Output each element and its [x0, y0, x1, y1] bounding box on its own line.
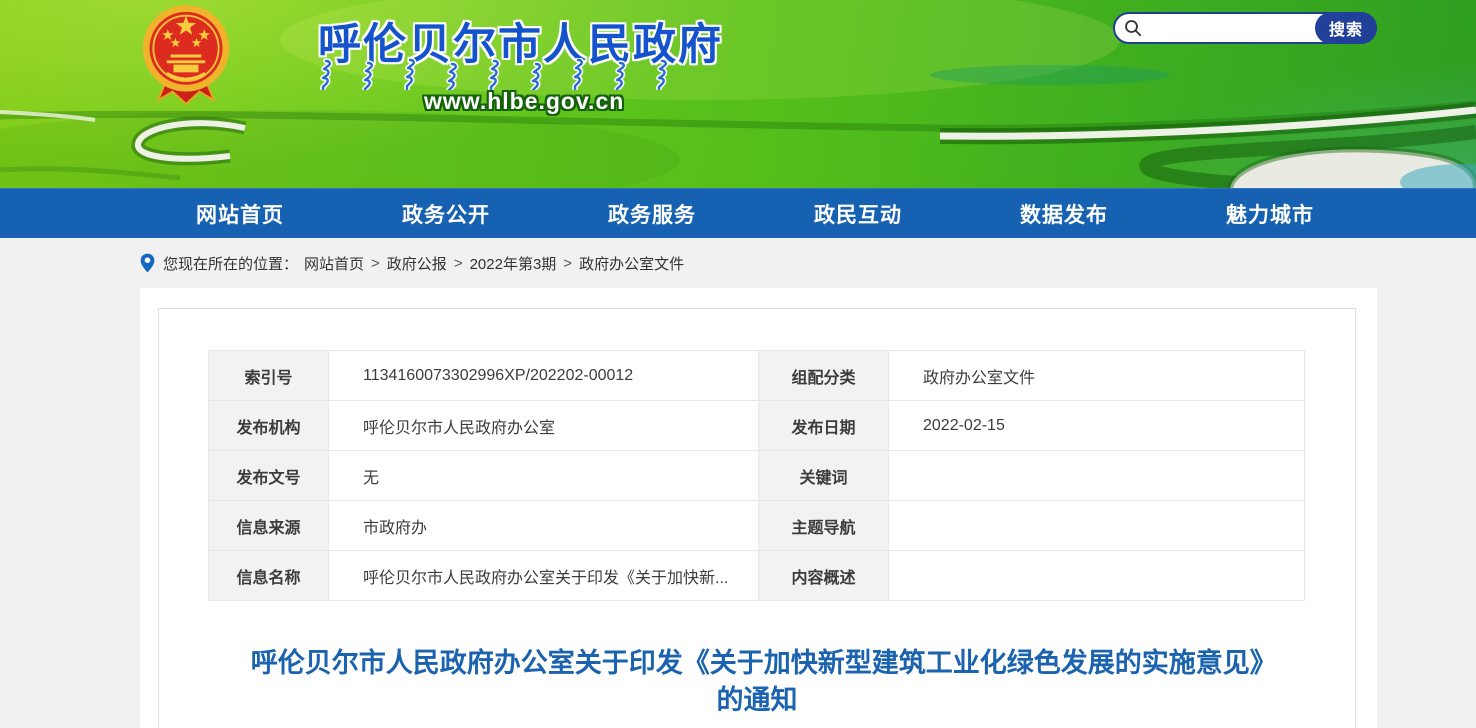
nav-item-gov-info[interactable]: 政务公开: [343, 189, 549, 238]
meta-value-info-name: 呼伦贝尔市人民政府办公室关于印发《关于加快新...: [329, 551, 759, 601]
breadcrumb-link-gazette[interactable]: 政府公报: [387, 253, 447, 274]
meta-label-keywords: 关键词: [759, 451, 889, 501]
document-panel: 索引号 1134160073302996XP/202202-00012 组配分类…: [158, 308, 1356, 728]
table-row: 信息来源 市政府办 主题导航: [209, 501, 1305, 551]
search-icon: [1124, 19, 1142, 37]
breadcrumb-link-home[interactable]: 网站首页: [304, 253, 364, 274]
nav-item-services[interactable]: 政务服务: [549, 189, 755, 238]
content-card: 索引号 1134160073302996XP/202202-00012 组配分类…: [140, 288, 1377, 728]
document-meta-table: 索引号 1134160073302996XP/202202-00012 组配分类…: [208, 350, 1305, 601]
nav-item-data[interactable]: 数据发布: [961, 189, 1167, 238]
location-pin-icon: [140, 253, 155, 273]
table-row: 发布机构 呼伦贝尔市人民政府办公室 发布日期 2022-02-15: [209, 401, 1305, 451]
breadcrumb-separator: >: [371, 255, 380, 272]
table-row: 发布文号 无 关键词: [209, 451, 1305, 501]
national-emblem-icon: [138, 2, 234, 110]
meta-label-summary: 内容概述: [759, 551, 889, 601]
breadcrumb-prefix: 您现在所在的位置：: [163, 253, 298, 274]
meta-label-topic-nav: 主题导航: [759, 501, 889, 551]
search-button[interactable]: 搜索: [1315, 12, 1377, 44]
nav-item-interaction[interactable]: 政民互动: [755, 189, 961, 238]
breadcrumb: 您现在所在的位置： 网站首页 > 政府公报 > 2022年第3期 > 政府办公室…: [140, 238, 684, 288]
meta-value-issuer: 呼伦贝尔市人民政府办公室: [329, 401, 759, 451]
page: 呼伦贝尔市人民政府: [0, 0, 1476, 728]
meta-label-doc-number: 发布文号: [209, 451, 329, 501]
meta-value-category: 政府办公室文件: [889, 351, 1305, 401]
meta-label-publish-date: 发布日期: [759, 401, 889, 451]
breadcrumb-separator: >: [454, 255, 463, 272]
search-input[interactable]: [1142, 16, 1315, 40]
search-box: 搜索: [1113, 12, 1377, 44]
meta-value-publish-date: 2022-02-15: [889, 401, 1305, 451]
meta-label-info-name: 信息名称: [209, 551, 329, 601]
meta-value-topic-nav: [889, 501, 1305, 551]
meta-value-doc-number: 无: [329, 451, 759, 501]
meta-value-summary: [889, 551, 1305, 601]
meta-value-source: 市政府办: [329, 501, 759, 551]
table-row: 索引号 1134160073302996XP/202202-00012 组配分类…: [209, 351, 1305, 401]
breadcrumb-separator: >: [563, 255, 572, 272]
breadcrumb-link-issue[interactable]: 2022年第3期: [470, 253, 557, 274]
main-nav: 网站首页 政务公开 政务服务 政民互动 数据发布 魅力城市: [0, 188, 1476, 238]
meta-value-index-number: 1134160073302996XP/202202-00012: [329, 351, 759, 401]
table-row: 信息名称 呼伦贝尔市人民政府办公室关于印发《关于加快新... 内容概述: [209, 551, 1305, 601]
site-logo-link[interactable]: 呼伦贝尔市人民政府: [138, 2, 654, 110]
brand-text: 呼伦贝尔市人民政府: [234, 2, 654, 110]
meta-label-category: 组配分类: [759, 351, 889, 401]
breadcrumb-link-category[interactable]: 政府办公室文件: [579, 253, 684, 274]
breadcrumb-bar: 您现在所在的位置： 网站首页 > 政府公报 > 2022年第3期 > 政府办公室…: [0, 238, 1476, 288]
nav-item-home[interactable]: 网站首页: [137, 189, 343, 238]
nav-item-city[interactable]: 魅力城市: [1167, 189, 1373, 238]
article-title: 呼伦贝尔市人民政府办公室关于印发《关于加快新型建筑工业化绿色发展的实施意见》的通…: [249, 645, 1265, 719]
site-url: www.hlbe.gov.cn: [424, 88, 624, 115]
meta-label-issuer: 发布机构: [209, 401, 329, 451]
meta-value-keywords: [889, 451, 1305, 501]
meta-label-index-number: 索引号: [209, 351, 329, 401]
site-header: 呼伦贝尔市人民政府: [0, 0, 1476, 188]
meta-label-source: 信息来源: [209, 501, 329, 551]
